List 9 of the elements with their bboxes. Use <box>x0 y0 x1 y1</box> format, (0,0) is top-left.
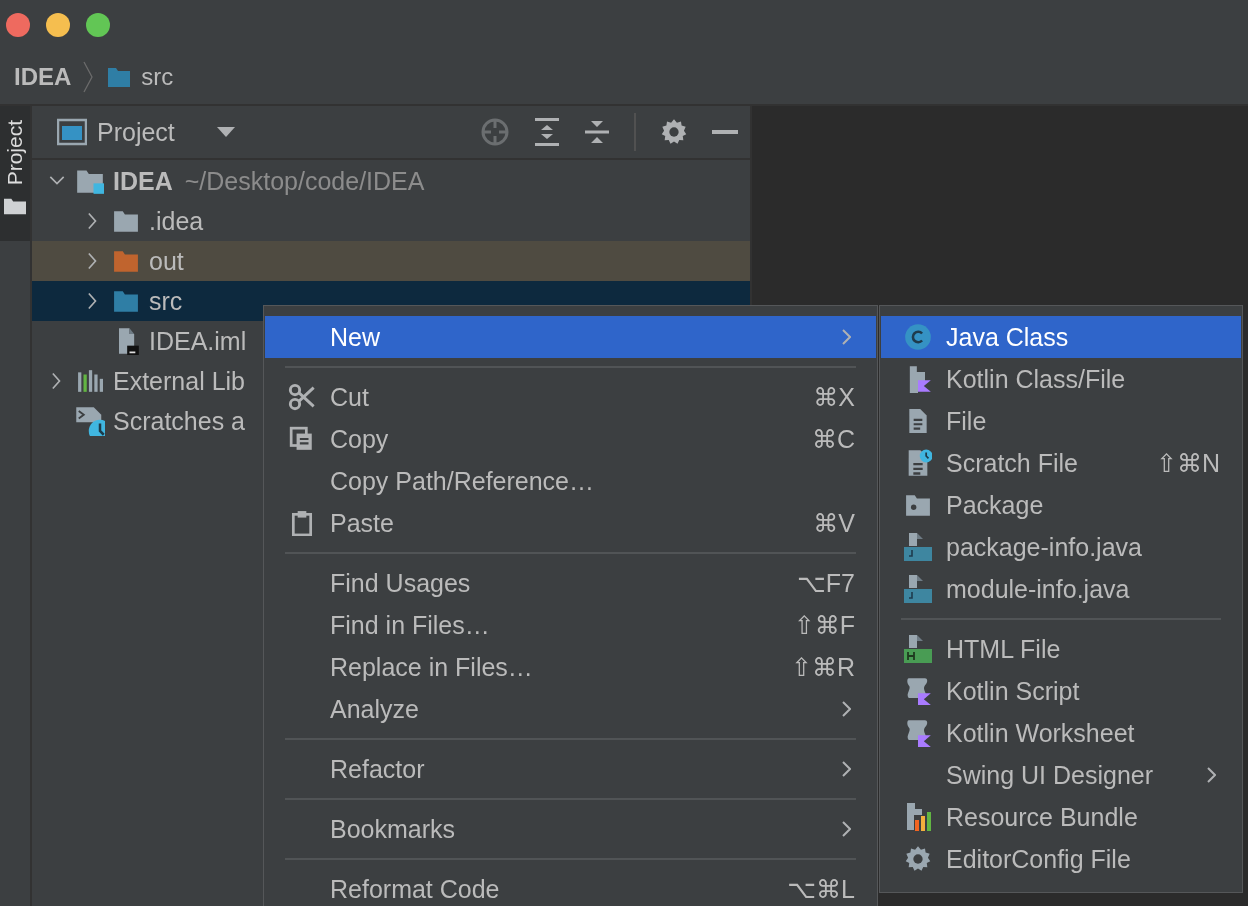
shortcut-label: ⌘V <box>813 508 855 538</box>
shortcut-label: ⇧⌘N <box>1156 448 1220 478</box>
shortcut-label: ⌘C <box>811 424 855 454</box>
shortcut-label: ⇧⌘R <box>791 652 855 682</box>
shortcut-label: ⌥⌘L <box>787 874 855 904</box>
shortcut-label: ⇧⌘F <box>793 610 855 640</box>
shortcut-label: ⌥F7 <box>797 568 855 598</box>
path-label: ~/Desktop/code/IDEA <box>184 166 425 196</box>
shortcut-label: ⌘X <box>813 382 855 412</box>
